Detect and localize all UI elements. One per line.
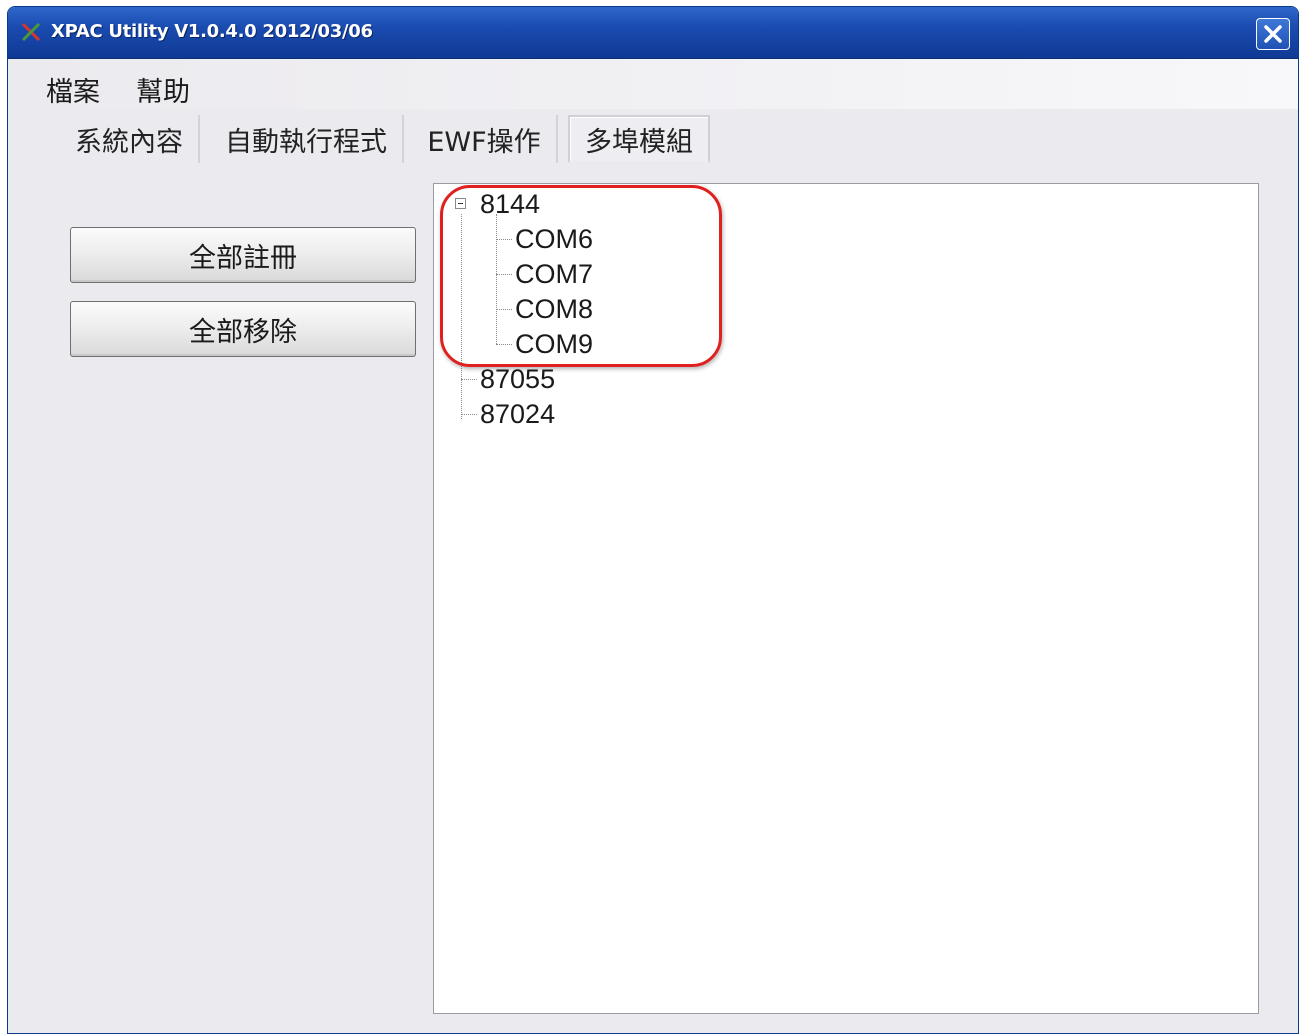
tree-connector (461, 414, 477, 415)
close-button[interactable] (1256, 18, 1290, 50)
annotation-highlight (440, 185, 722, 367)
tab-system-info[interactable]: 系統內容 (60, 115, 200, 163)
menu-bar: 檔案 幫助 (8, 59, 1298, 109)
app-window: XPAC Utility V1.0.4.0 2012/03/06 檔案 幫助 系… (7, 6, 1299, 1034)
tab-ewf[interactable]: EWF操作 (412, 115, 558, 163)
x-app-icon (21, 22, 41, 42)
title-bar[interactable]: XPAC Utility V1.0.4.0 2012/03/06 (8, 7, 1298, 59)
tab-autorun[interactable]: 自動執行程式 (210, 115, 404, 163)
window-title: XPAC Utility V1.0.4.0 2012/03/06 (51, 21, 373, 42)
close-icon (1264, 25, 1282, 43)
tab-multiport-module[interactable]: 多埠模組 (568, 115, 710, 163)
register-all-button[interactable]: 全部註冊 (70, 227, 416, 283)
tree-connector (461, 379, 477, 380)
menu-help[interactable]: 幫助 (136, 70, 190, 109)
menu-file[interactable]: 檔案 (46, 70, 100, 109)
tab-strip: 系統內容 自動執行程式 EWF操作 多埠模組 (8, 111, 1298, 165)
tree-node-87024[interactable]: 87024 (480, 398, 555, 430)
remove-all-button[interactable]: 全部移除 (70, 301, 416, 357)
tree-node-87055[interactable]: 87055 (480, 363, 555, 395)
